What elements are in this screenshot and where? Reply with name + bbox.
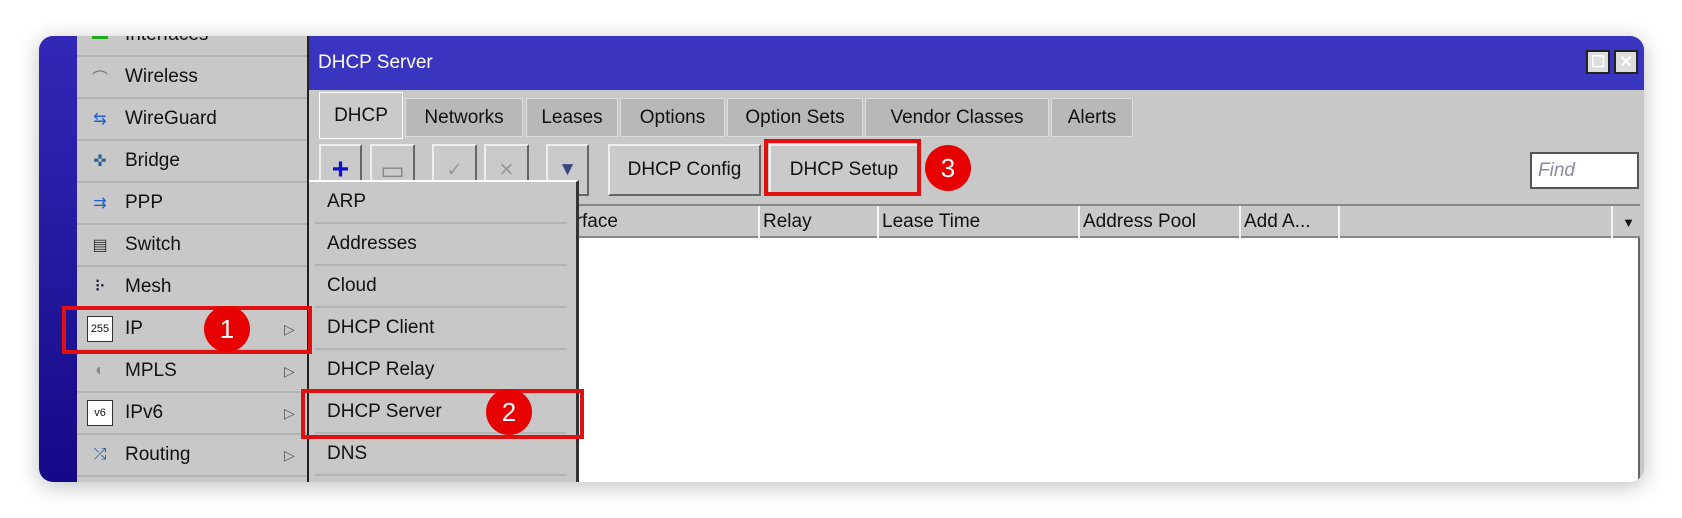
tab-networks[interactable]: Networks <box>405 98 523 137</box>
column-address-pool[interactable]: Address Pool <box>1078 206 1239 238</box>
menu-item-wireless[interactable]: ⌒ Wireless <box>77 57 307 99</box>
submenu-arrow-icon: ▷ <box>284 446 295 463</box>
highlight-dhcp-server <box>301 389 584 439</box>
menu-item-mesh[interactable]: ⠗ Mesh <box>77 267 307 309</box>
check-icon: ✓ <box>446 159 463 181</box>
highlight-ip <box>62 306 312 354</box>
submenu-arrow-icon: ▷ <box>284 362 295 379</box>
ppp-icon: ⇉ <box>93 195 107 212</box>
step-badge-2: 2 <box>486 389 532 435</box>
submenu-item-dhcp-client[interactable]: DHCP Client <box>315 308 567 350</box>
find-input[interactable]: Find <box>1530 152 1639 189</box>
ipv6-icon: v6 <box>87 400 113 426</box>
tab-leases[interactable]: Leases <box>526 98 618 137</box>
submenu-item-cloud[interactable]: Cloud <box>315 266 567 308</box>
column-empty <box>1338 206 1611 238</box>
bridge-icon: ✜ <box>93 153 107 170</box>
menu-item-switch[interactable]: ▤ Switch <box>77 225 307 267</box>
highlight-dhcp-setup <box>764 139 921 196</box>
wireguard-icon: ⇆ <box>93 111 107 128</box>
dhcp-config-button[interactable]: DHCP Config <box>608 144 761 196</box>
column-lease-time[interactable]: Lease Time <box>877 206 1078 238</box>
step-badge-3: 3 <box>925 145 971 191</box>
submenu-arrow-icon: ▷ <box>284 404 295 421</box>
submenu-item-dns[interactable]: DNS <box>315 434 567 476</box>
main-menu: ▬Interfaces ⌒Wireless ⇆WireGuard ✜Bridge… <box>77 36 307 477</box>
column-dropdown-icon[interactable]: ▼ <box>1611 206 1641 238</box>
tab-alerts[interactable]: Alerts <box>1051 98 1133 137</box>
winbox-panel: ▬Interfaces ⌒Wireless ⇆WireGuard ✜Bridge… <box>39 36 1644 482</box>
menu-item-routing[interactable]: ⤮ Routing ▷ <box>77 435 307 477</box>
routing-icon: ⤮ <box>93 446 107 463</box>
submenu-item-arp[interactable]: ARP <box>315 182 567 224</box>
menu-item-wireguard[interactable]: ⇆ WireGuard <box>77 99 307 141</box>
mpls-icon: ◐ <box>95 362 105 379</box>
submenu-item-dhcp-relay[interactable]: DHCP Relay <box>315 350 567 392</box>
close-icon[interactable]: ✕ <box>1614 50 1638 74</box>
column-add-arp[interactable]: Add A... <box>1239 206 1338 238</box>
menu-item-bridge[interactable]: ✜ Bridge <box>77 141 307 183</box>
maximize-icon[interactable]: ☐ <box>1586 50 1610 74</box>
side-strip <box>39 36 77 482</box>
switch-icon: ▤ <box>92 237 108 254</box>
menu-item-ppp[interactable]: ⇉ PPP <box>77 183 307 225</box>
step-badge-1: 1 <box>204 306 250 352</box>
tab-option-sets[interactable]: Option Sets <box>727 98 863 137</box>
window-title: DHCP Server <box>318 52 433 73</box>
tab-dhcp[interactable]: DHCP <box>319 92 403 139</box>
interfaces-icon: ▬ <box>87 36 113 48</box>
mesh-icon: ⠗ <box>94 279 106 296</box>
menu-item-ipv6[interactable]: v6 IPv6 ▷ <box>77 393 307 435</box>
filter-icon: ▼ <box>558 159 577 180</box>
tab-vendor-classes[interactable]: Vendor Classes <box>865 98 1049 137</box>
menu-item-mpls[interactable]: ◐ MPLS ▷ <box>77 351 307 393</box>
window-title-bar[interactable]: DHCP Server ☐ ✕ <box>309 36 1644 90</box>
column-relay[interactable]: Relay <box>758 206 877 238</box>
wireless-icon: ⌒ <box>91 71 108 88</box>
menu-item-interfaces[interactable]: ▬Interfaces <box>77 36 307 57</box>
submenu-item-addresses[interactable]: Addresses <box>315 224 567 266</box>
cross-icon: ✕ <box>498 159 515 181</box>
tab-options[interactable]: Options <box>620 98 725 137</box>
